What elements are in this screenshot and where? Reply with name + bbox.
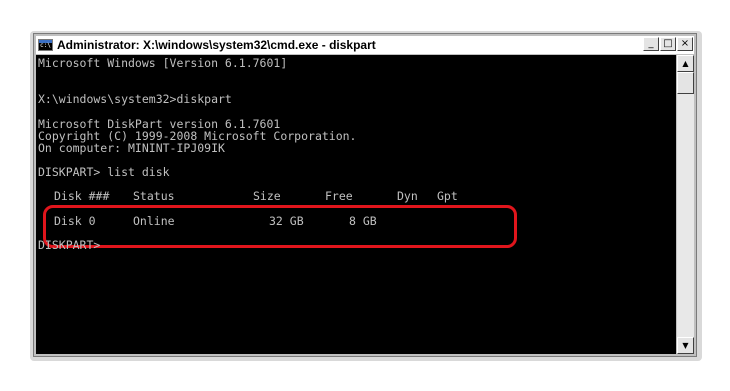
cmd-icon[interactable] (38, 39, 53, 51)
diskpart-prompt[interactable]: DISKPART> (38, 239, 100, 251)
cmd-window: Administrator: X:\windows\system32\cmd.e… (33, 33, 697, 357)
disk-table-highlight (43, 205, 517, 248)
close-button[interactable]: × (677, 37, 693, 51)
console-line: X:\windows\system32>diskpart (38, 92, 232, 106)
console-line: On computer: MININT-IPJ09IK (38, 141, 225, 155)
minimize-button[interactable]: _ (643, 37, 659, 51)
console-line: Microsoft Windows [Version 6.1.7601] (38, 56, 288, 70)
window-title: Administrator: X:\windows\system32\cmd.e… (57, 38, 376, 52)
console-line: DISKPART> list disk (38, 165, 170, 179)
vertical-scrollbar[interactable]: ▲ ▼ (677, 55, 694, 354)
scroll-down-button[interactable]: ▼ (677, 337, 694, 354)
maximize-button[interactable]: □ (660, 37, 676, 51)
title-bar[interactable]: Administrator: X:\windows\system32\cmd.e… (36, 36, 694, 54)
scroll-up-button[interactable]: ▲ (677, 55, 694, 72)
scroll-thumb[interactable] (677, 72, 694, 94)
console-output[interactable]: Microsoft Windows [Version 6.1.7601] X:\… (36, 55, 676, 354)
window-controls: _ □ × (643, 37, 693, 51)
